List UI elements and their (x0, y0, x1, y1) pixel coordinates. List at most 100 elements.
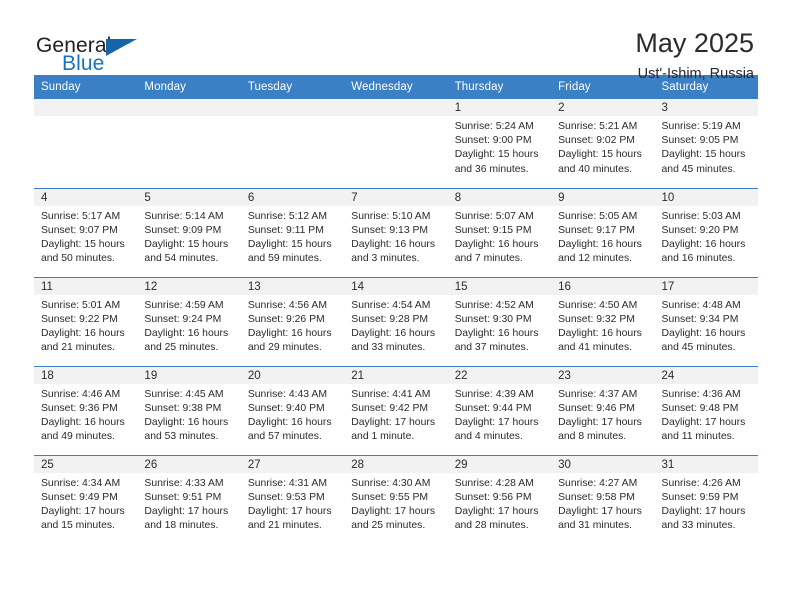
general-blue-logo[interactable]: General Blue (36, 28, 156, 76)
daylight-duration-line1: Daylight: 17 hours (351, 505, 436, 517)
day-number: 26 (137, 455, 241, 473)
calendar-week-row: 25 Sunrise: 4:34 AM Sunset: 9:49 PM Dayligh… (34, 454, 758, 544)
weekday-header-sunday: Sunday (34, 75, 138, 99)
calendar-day-cell[interactable]: 1 Sunrise: 5:24 AM Sunset: 9:00 PM Daylight… (447, 99, 552, 188)
weekday-header-thursday: Thursday (447, 75, 552, 99)
sunset-time: Sunset: 9:17 PM (558, 224, 635, 236)
calendar-day-cell[interactable]: 29 Sunrise: 4:28 AM Sunset: 9:56 PM Dayligh… (447, 454, 552, 544)
sunset-time: Sunset: 9:56 PM (454, 491, 532, 503)
calendar-day-cell[interactable]: 15 Sunrise: 4:52 AM Sunset: 9:30 PM Dayligh… (447, 276, 552, 366)
sunset-time: Sunset: 9:15 PM (454, 224, 532, 236)
day-cell-inner: 8 Sunrise: 5:07 AM Sunset: 9:15 PM Daylight… (447, 188, 552, 267)
calendar-day-cell[interactable]: 7 Sunrise: 5:10 AM Sunset: 9:13 PM Daylight… (344, 187, 448, 277)
calendar-day-cell[interactable]: 22 Sunrise: 4:39 AM Sunset: 9:44 PM Dayligh… (447, 365, 552, 455)
day-details: Sunrise: 4:56 AM Sunset: 9:26 PM Daylight:… (241, 295, 344, 356)
day-details: Sunrise: 5:21 AM Sunset: 9:02 PM Daylight:… (551, 116, 654, 177)
daylight-duration-line2: and 50 minutes. (41, 253, 115, 265)
calendar-day-cell[interactable]: 10 Sunrise: 5:03 AM Sunset: 9:20 PM Dayligh… (654, 187, 758, 277)
day-details: Sunrise: 5:19 AM Sunset: 9:05 PM Daylight:… (655, 116, 758, 177)
calendar-day-cell[interactable]: 26 Sunrise: 4:33 AM Sunset: 9:51 PM Dayligh… (137, 454, 241, 544)
calendar-day-cell[interactable]: 2 Sunrise: 5:21 AM Sunset: 9:02 PM Daylight… (551, 99, 655, 188)
day-cell-inner: 27 Sunrise: 4:31 AM Sunset: 9:53 PM Dayligh… (240, 455, 345, 534)
day-cell-inner: 1 Sunrise: 5:24 AM Sunset: 9:00 PM Daylight… (447, 99, 552, 177)
day-cell-inner: 17 Sunrise: 4:48 AM Sunset: 9:34 PM Dayligh… (654, 277, 758, 356)
day-number: 29 (447, 455, 552, 473)
day-cell-inner: 15 Sunrise: 4:52 AM Sunset: 9:30 PM Dayligh… (447, 277, 552, 356)
sunrise-time: Sunrise: 5:17 AM (41, 210, 121, 222)
daylight-duration-line2: and 25 minutes. (144, 342, 219, 354)
calendar-day-cell[interactable]: 19 Sunrise: 4:45 AM Sunset: 9:38 PM Dayligh… (137, 365, 241, 455)
daylight-duration-line1: Daylight: 15 hours (661, 149, 746, 161)
calendar-day-cell[interactable]: 17 Sunrise: 4:48 AM Sunset: 9:34 PM Dayligh… (654, 276, 758, 366)
calendar-day-cell[interactable]: 4 Sunrise: 5:17 AM Sunset: 9:07 PM Daylight… (34, 187, 138, 277)
calendar-day-cell[interactable]: 13 Sunrise: 4:56 AM Sunset: 9:26 PM Dayligh… (240, 276, 345, 366)
calendar-day-cell[interactable]: 14 Sunrise: 4:54 AM Sunset: 9:28 PM Dayligh… (344, 276, 448, 366)
calendar-day-cell[interactable]: 5 Sunrise: 5:14 AM Sunset: 9:09 PM Daylight… (137, 187, 241, 277)
calendar-day-cell[interactable]: 3 Sunrise: 5:19 AM Sunset: 9:05 PM Daylight… (654, 99, 758, 188)
daylight-duration-line1: Daylight: 15 hours (558, 149, 642, 161)
day-number: 18 (34, 366, 138, 384)
calendar-day-cell[interactable]: 25 Sunrise: 4:34 AM Sunset: 9:49 PM Dayligh… (34, 454, 138, 544)
daylight-duration-line2: and 45 minutes. (661, 342, 736, 354)
sunset-time: Sunset: 9:59 PM (661, 491, 739, 503)
triangle-logo-icon (106, 39, 137, 56)
calendar-day-cell[interactable]: 21 Sunrise: 4:41 AM Sunset: 9:42 PM Dayligh… (344, 365, 448, 455)
day-cell-inner: 24 Sunrise: 4:36 AM Sunset: 9:48 PM Dayligh… (654, 366, 758, 445)
calendar-day-cell[interactable]: 12 Sunrise: 4:59 AM Sunset: 9:24 PM Dayligh… (137, 276, 241, 366)
sunrise-time: Sunrise: 5:19 AM (661, 121, 741, 132)
day-cell-inner: 10 Sunrise: 5:03 AM Sunset: 9:20 PM Dayligh… (654, 188, 758, 267)
calendar-day-cell[interactable]: 9 Sunrise: 5:05 AM Sunset: 9:17 PM Daylight… (551, 187, 655, 277)
sunrise-time: Sunrise: 4:34 AM (41, 477, 121, 489)
sunset-time: Sunset: 9:22 PM (41, 313, 118, 325)
weekday-header-wednesday: Wednesday (344, 75, 448, 99)
day-cell-inner: 11 Sunrise: 5:01 AM Sunset: 9:22 PM Dayligh… (34, 277, 138, 356)
daylight-duration-line1: Daylight: 16 hours (661, 238, 746, 250)
calendar-day-cell[interactable]: 30 Sunrise: 4:27 AM Sunset: 9:58 PM Dayligh… (551, 454, 655, 544)
day-number: 28 (344, 455, 448, 473)
calendar-day-cell[interactable]: 11 Sunrise: 5:01 AM Sunset: 9:22 PM Dayligh… (34, 276, 138, 366)
sunrise-time: Sunrise: 4:52 AM (454, 299, 534, 311)
daylight-duration-line1: Daylight: 16 hours (454, 327, 539, 339)
day-details: Sunrise: 4:33 AM Sunset: 9:51 PM Daylight:… (137, 473, 240, 534)
calendar-day-cell[interactable]: 28 Sunrise: 4:30 AM Sunset: 9:55 PM Dayligh… (344, 454, 448, 544)
sunrise-time: Sunrise: 5:05 AM (558, 210, 638, 222)
day-details: Sunrise: 5:14 AM Sunset: 9:09 PM Daylight:… (137, 206, 240, 267)
day-number: 11 (34, 277, 138, 295)
day-number: 17 (654, 277, 758, 295)
sunrise-time: Sunrise: 5:12 AM (247, 210, 327, 222)
calendar-day-cell[interactable]: 23 Sunrise: 4:37 AM Sunset: 9:46 PM Dayligh… (551, 365, 655, 455)
sunset-time: Sunset: 9:00 PM (454, 135, 532, 147)
day-details: Sunrise: 5:17 AM Sunset: 9:07 PM Daylight:… (34, 206, 137, 267)
calendar-day-cell[interactable]: 20 Sunrise: 4:43 AM Sunset: 9:40 PM Dayligh… (240, 365, 345, 455)
calendar-day-cell[interactable]: 8 Sunrise: 5:07 AM Sunset: 9:15 PM Daylight… (447, 187, 552, 277)
daylight-duration-line2: and 28 minutes. (454, 520, 529, 532)
daylight-duration-line2: and 33 minutes. (351, 342, 426, 354)
sunset-time: Sunset: 9:28 PM (351, 313, 429, 325)
day-number: 25 (34, 455, 138, 473)
day-number: 7 (344, 188, 448, 206)
day-number: 4 (34, 188, 138, 206)
calendar-day-cell[interactable]: 16 Sunrise: 4:50 AM Sunset: 9:32 PM Dayligh… (551, 276, 655, 366)
calendar-day-cell[interactable]: 6 Sunrise: 5:12 AM Sunset: 9:11 PM Daylight… (240, 187, 345, 277)
calendar-day-cell[interactable]: 18 Sunrise: 4:46 AM Sunset: 9:36 PM Dayligh… (34, 365, 138, 455)
sunrise-time: Sunrise: 4:54 AM (351, 299, 431, 311)
calendar-day-cell[interactable]: 24 Sunrise: 4:36 AM Sunset: 9:48 PM Dayligh… (654, 365, 758, 455)
day-details: Sunrise: 5:10 AM Sunset: 9:13 PM Daylight:… (344, 206, 447, 267)
daylight-duration-line2: and 21 minutes. (247, 520, 322, 532)
calendar-cell-empty (34, 99, 138, 188)
daylight-duration-line1: Daylight: 16 hours (351, 327, 436, 339)
daylight-duration-line2: and 15 minutes. (41, 520, 115, 532)
sunrise-time: Sunrise: 4:41 AM (351, 388, 431, 400)
sunset-time: Sunset: 9:02 PM (558, 135, 635, 147)
daylight-duration-line2: and 53 minutes. (144, 431, 219, 443)
daylight-duration-line2: and 37 minutes. (454, 342, 529, 354)
day-cell-inner (34, 99, 138, 116)
calendar-day-cell[interactable]: 27 Sunrise: 4:31 AM Sunset: 9:53 PM Dayligh… (240, 454, 345, 544)
sunrise-time: Sunrise: 4:31 AM (247, 477, 327, 489)
day-cell-inner: 14 Sunrise: 4:54 AM Sunset: 9:28 PM Dayligh… (344, 277, 448, 356)
day-details: Sunrise: 5:03 AM Sunset: 9:20 PM Daylight:… (655, 206, 758, 267)
daylight-duration-line1: Daylight: 16 hours (144, 327, 229, 339)
day-cell-inner: 6 Sunrise: 5:12 AM Sunset: 9:11 PM Daylight… (240, 188, 345, 267)
daylight-duration-line2: and 29 minutes. (247, 342, 322, 354)
calendar-day-cell[interactable]: 31 Sunrise: 4:26 AM Sunset: 9:59 PM Dayligh… (654, 454, 758, 544)
